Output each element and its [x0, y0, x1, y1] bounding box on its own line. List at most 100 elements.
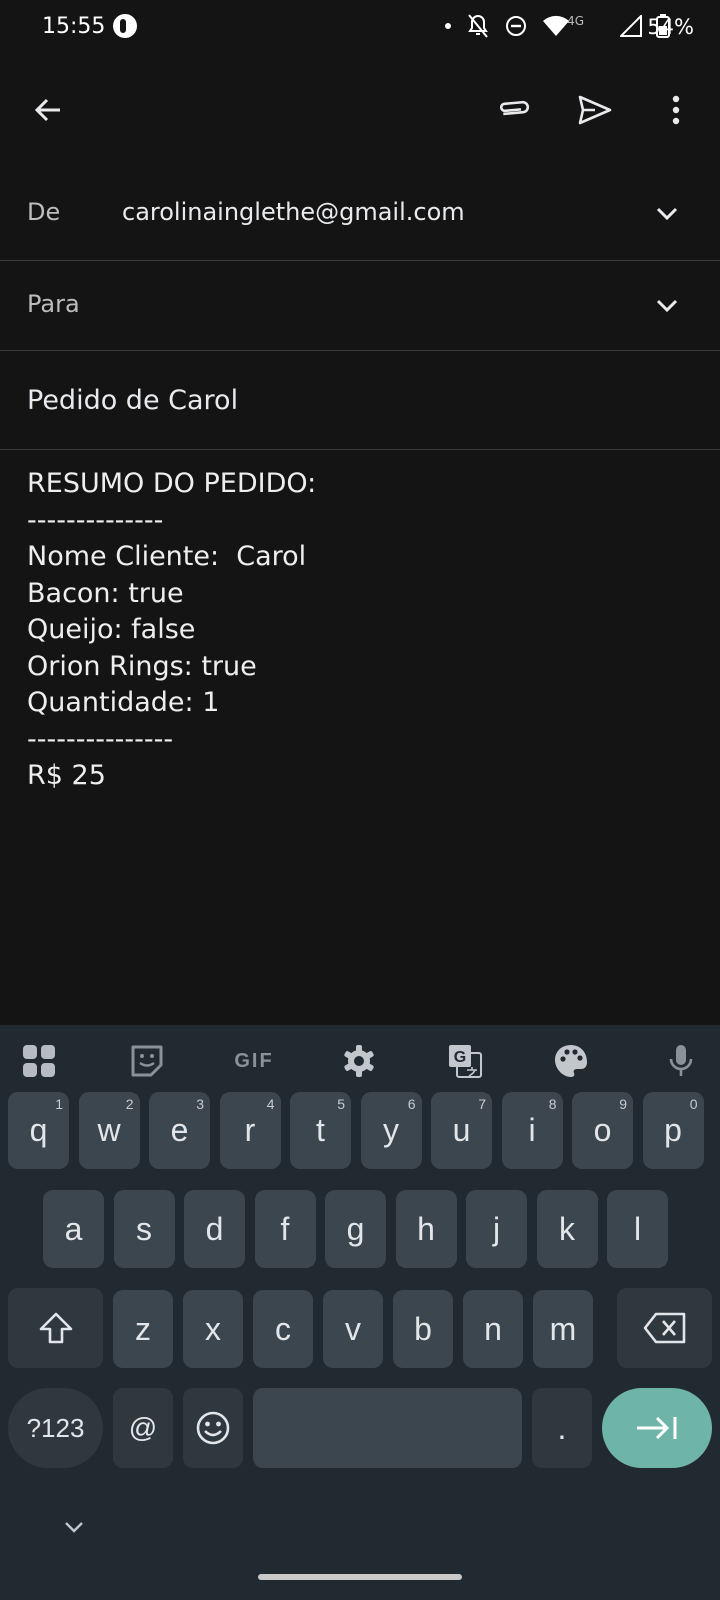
theme-button[interactable] [551, 1041, 591, 1081]
key-u[interactable]: u7 [431, 1092, 492, 1169]
key-label: y [383, 1112, 399, 1148]
key-number-hint: 9 [619, 1096, 627, 1112]
key-z[interactable]: z [113, 1290, 173, 1368]
from-value[interactable]: carolinainglethe@gmail.com [122, 198, 465, 226]
attach-button[interactable] [488, 84, 540, 136]
key-number-hint: 0 [689, 1096, 698, 1112]
next-field-key[interactable] [602, 1388, 712, 1468]
key-k[interactable]: k [536, 1190, 598, 1268]
key-label: d [205, 1210, 224, 1247]
apps-grid-button[interactable] [19, 1041, 59, 1081]
key-o[interactable]: o9 [572, 1092, 633, 1169]
back-button[interactable] [22, 84, 74, 136]
key-x[interactable]: x [183, 1290, 243, 1368]
key-d[interactable]: d [184, 1190, 245, 1268]
key-number-hint: 6 [407, 1096, 416, 1112]
sticker-button[interactable] [127, 1041, 167, 1081]
key-b[interactable]: b [393, 1290, 453, 1368]
key-label: u [452, 1112, 471, 1148]
battery-percent: 54% [647, 15, 694, 39]
bell-off-icon [468, 14, 488, 38]
key-label: m [549, 1310, 577, 1347]
nav-gesture-handle[interactable] [258, 1574, 462, 1580]
from-label: De [27, 198, 61, 226]
status-icons [444, 13, 670, 39]
symbols-key[interactable]: ?123 [8, 1388, 103, 1468]
backspace-key[interactable] [617, 1288, 712, 1368]
key-label: t [316, 1112, 325, 1148]
palette-icon [555, 1045, 587, 1077]
backspace-icon [643, 1312, 685, 1344]
email-body[interactable]: RESUMO DO PEDIDO: -------------- Nome Cl… [27, 466, 687, 795]
emoji-key[interactable] [183, 1388, 243, 1468]
shift-key[interactable] [8, 1288, 103, 1368]
cell-signal-icon [620, 15, 642, 37]
key-w[interactable]: w2 [78, 1092, 140, 1169]
translate-button[interactable]: G [445, 1041, 485, 1081]
chevron-down-icon[interactable] [652, 198, 682, 228]
settings-button[interactable] [339, 1041, 379, 1081]
key-label: b [414, 1310, 432, 1347]
status-bar: 15:55 4G 54% [0, 0, 720, 56]
dnd-icon [506, 16, 526, 36]
key-q[interactable]: q1 [8, 1092, 69, 1169]
space-key[interactable] [253, 1388, 522, 1468]
key-label: o [593, 1112, 612, 1148]
key-label: g [346, 1210, 365, 1247]
key-p[interactable]: p0 [642, 1092, 704, 1169]
key-label: l [633, 1210, 642, 1247]
subject-row[interactable]: Pedido de Carol [0, 351, 720, 450]
key-r[interactable]: r4 [219, 1092, 281, 1169]
key-m[interactable]: m [533, 1290, 593, 1368]
key-a[interactable]: a [43, 1190, 104, 1268]
key-label: f [280, 1210, 290, 1247]
key-label: n [484, 1310, 502, 1347]
send-icon [578, 95, 612, 125]
dot-icon [445, 23, 451, 29]
key-label: w [97, 1112, 121, 1148]
key-v[interactable]: v [323, 1290, 383, 1368]
to-row[interactable]: Para [0, 261, 720, 351]
key-label: v [345, 1310, 361, 1347]
key-label: c [275, 1310, 291, 1347]
from-row[interactable]: De carolinainglethe@gmail.com [0, 160, 720, 261]
key-g[interactable]: g [325, 1190, 386, 1268]
to-label: Para [27, 290, 80, 318]
key-j[interactable]: j [466, 1190, 527, 1268]
key-i[interactable]: i8 [501, 1092, 563, 1169]
at-key[interactable]: @ [113, 1388, 173, 1468]
key-y[interactable]: y6 [360, 1092, 422, 1169]
key-t[interactable]: t5 [290, 1092, 351, 1169]
key-label: a [64, 1210, 83, 1247]
key-label: i [528, 1112, 536, 1148]
key-s[interactable]: s [113, 1190, 175, 1268]
send-button[interactable] [569, 84, 621, 136]
gear-icon [344, 1045, 374, 1077]
emoji-icon [196, 1411, 230, 1445]
subject-input[interactable]: Pedido de Carol [27, 385, 238, 416]
paperclip-icon [499, 100, 530, 116]
arrow-back-icon [34, 98, 60, 122]
chevron-down-icon[interactable] [63, 1520, 85, 1534]
key-h[interactable]: h [395, 1190, 457, 1268]
voice-input-button[interactable] [661, 1041, 701, 1081]
key-number-hint: 3 [196, 1096, 204, 1112]
key-label: p [664, 1112, 682, 1148]
key-e[interactable]: e3 [149, 1092, 210, 1169]
more-options-button[interactable] [650, 84, 702, 136]
key-n[interactable]: n [463, 1290, 523, 1368]
chevron-down-icon[interactable] [652, 290, 682, 320]
key-f[interactable]: f [254, 1190, 316, 1268]
more-vert-icon [672, 95, 680, 125]
key-number-hint: 5 [337, 1096, 345, 1112]
key-l[interactable]: l [607, 1190, 668, 1268]
key-number-hint: 8 [548, 1096, 557, 1112]
period-key[interactable]: . [532, 1388, 592, 1468]
gif-button[interactable]: GIF [227, 1041, 281, 1081]
compose-toolbar [0, 70, 720, 150]
key-number-hint: 1 [55, 1096, 63, 1112]
key-c[interactable]: c [253, 1290, 313, 1368]
keyboard: GIF G q1w2e3r4t5y6u7i8o9p0 asdfghjkl zxc… [0, 1025, 720, 1600]
key-label: z [135, 1310, 151, 1347]
svg-text:G: G [454, 1049, 466, 1066]
